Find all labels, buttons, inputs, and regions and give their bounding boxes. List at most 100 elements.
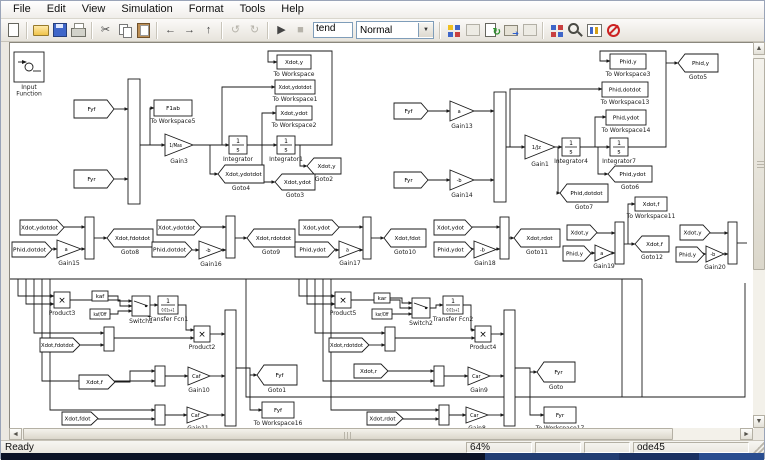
block-ws-f1ab[interactable]: F1ab To Workspace5 <box>150 99 196 125</box>
block-ws-xdot-y[interactable]: Xdot,y To Workspace <box>272 54 315 78</box>
block-goto6[interactable]: Phid,ydot Goto6 <box>607 165 653 191</box>
block-from-pd-1[interactable]: Phid,ydot <box>294 241 336 258</box>
block-from-fyf[interactable]: Fyf <box>73 99 115 119</box>
block-gain19[interactable]: a Gain19 <box>593 244 615 270</box>
window-resize-grip[interactable] <box>752 441 764 454</box>
block-gain17[interactable]: a Gain17 <box>338 240 363 267</box>
model-explorer-icon[interactable] <box>585 21 604 39</box>
horizontal-scroll-thumb[interactable] <box>23 428 673 440</box>
block-from-pd-2[interactable]: Phid,ydot <box>433 241 473 258</box>
block-from-xrd[interactable]: Xdot,rdot <box>366 411 404 426</box>
signal-wire[interactable] <box>110 309 133 315</box>
menu-help[interactable]: Help <box>273 2 312 17</box>
block-from-xy-1[interactable]: Xdot,y <box>566 224 598 241</box>
block-sum-l1[interactable] <box>103 326 115 352</box>
block-const-kaf[interactable]: kaf <box>91 290 109 302</box>
signal-wire[interactable] <box>509 87 603 147</box>
menu-file[interactable]: File <box>5 2 39 17</box>
block-mux-g6[interactable] <box>727 221 738 265</box>
block-gain1[interactable]: 1/Jz Gain1 <box>524 134 557 168</box>
signal-wire[interactable] <box>236 367 258 377</box>
block-ws-xdot-ydd[interactable]: Xdot,ydotdot To Workspace1 <box>272 79 318 103</box>
block-goto1[interactable]: Fyf Goto1 <box>256 364 298 394</box>
block-goto11[interactable]: Xdot,rdot Goto11 <box>513 228 561 256</box>
block-integrator[interactable]: 1 s Integrator <box>223 135 254 163</box>
signal-wire[interactable] <box>209 145 219 176</box>
start-simulation-icon[interactable]: ▶ <box>272 21 291 39</box>
block-mux-g4[interactable] <box>499 216 510 260</box>
block-mux-l3[interactable] <box>154 404 166 426</box>
block-gain9[interactable]: Car Gain9 <box>467 366 492 394</box>
menu-format[interactable]: Format <box>181 2 232 17</box>
remove-highlighting-icon[interactable] <box>604 21 623 39</box>
scroll-right-button[interactable]: ► <box>740 428 753 440</box>
block-mux-r3[interactable] <box>438 404 450 426</box>
block-from-py-1[interactable]: Phid,y <box>562 245 592 262</box>
signal-wire[interactable] <box>261 111 277 145</box>
block-gain14[interactable]: -b Gain14 <box>449 169 476 199</box>
block-integrator7[interactable]: 1 s Integrator7 <box>602 137 636 165</box>
block-mux-l2[interactable] <box>154 365 166 387</box>
block-ws-phid-y[interactable]: Phid,y To Workspace3 <box>605 53 651 78</box>
block-gain16[interactable]: -b Gain16 <box>198 240 225 268</box>
navigate-back-icon[interactable]: ← <box>161 21 180 39</box>
save-model-icon[interactable] <box>50 21 69 39</box>
scroll-left-button[interactable]: ◄ <box>9 428 22 440</box>
block-mux-b[interactable] <box>493 91 507 203</box>
block-mux-r2[interactable] <box>433 365 445 387</box>
block-from-fyr[interactable]: Fyr <box>73 169 115 189</box>
block-ws-xdot-yd[interactable]: Xdot,ydot To Workspace2 <box>271 105 317 129</box>
block-from-xdotf[interactable]: Xdot,f <box>78 374 116 390</box>
cut-icon[interactable]: ✂ <box>96 21 115 39</box>
block-goto7[interactable]: Phid,dotdot Goto7 <box>559 183 609 211</box>
block-sum-r1[interactable] <box>384 326 396 352</box>
signal-wire[interactable] <box>149 106 155 145</box>
copy-icon[interactable] <box>115 21 134 39</box>
signal-wire[interactable] <box>115 369 156 383</box>
signal-wire[interactable] <box>245 279 746 398</box>
block-goto-fyr[interactable]: Fyr Goto <box>536 361 576 391</box>
block-gain3[interactable]: 1/Mas Gain3 <box>164 133 195 165</box>
block-gain15[interactable]: a Gain15 <box>56 239 83 267</box>
scroll-down-button[interactable]: ▼ <box>753 415 765 428</box>
block-mux-g3[interactable] <box>362 216 372 260</box>
block-from-xdotr[interactable]: Xdot,r <box>353 363 389 379</box>
block-gain8[interactable]: CarGain8 <box>465 406 490 429</box>
block-integrator1[interactable]: 1 s Integrator1 <box>269 135 303 163</box>
block-goto9[interactable]: Xdot,rdotdot Goto9 <box>246 228 296 256</box>
menu-simulation[interactable]: Simulation <box>113 2 180 17</box>
signal-wire[interactable] <box>17 279 55 298</box>
block-mux-g2[interactable] <box>225 215 236 259</box>
block-goto8[interactable]: Xdot,fdotdot Goto8 <box>106 228 154 256</box>
signal-wire[interactable] <box>390 297 413 305</box>
block-gain13[interactable]: a Gain13 <box>449 100 476 130</box>
new-model-icon[interactable] <box>4 21 23 39</box>
block-from-xfdd[interactable]: Xdot,fdotdot <box>39 337 81 353</box>
block-from-fyf2[interactable]: Fyf <box>393 102 429 120</box>
block-ws-xdot-f[interactable]: Xdot,f To Workspace11 <box>626 196 676 220</box>
chevron-down-icon[interactable]: ▼ <box>418 23 433 37</box>
block-ws-phid-yd[interactable]: Phid,ydot To Workspace14 <box>601 109 651 134</box>
open-model-icon[interactable] <box>31 21 50 39</box>
block-from-xrdd[interactable]: Xdot,rdotdot <box>328 337 370 353</box>
block-from-pdd-2[interactable]: Phid,dotdot <box>151 241 193 258</box>
block-switch2[interactable]: Switch2 <box>409 297 433 327</box>
block-goto3[interactable]: Xdot,ydot Goto3 <box>274 173 316 199</box>
horizontal-scrollbar[interactable]: ◄ ► <box>9 428 753 440</box>
build-all-icon[interactable] <box>501 21 520 39</box>
block-goto5[interactable]: Phid,y Goto5 <box>677 53 719 81</box>
block-mux-a[interactable] <box>127 78 141 205</box>
block-mux-g1[interactable] <box>84 216 95 260</box>
block-gain10[interactable]: Caf Gain10 <box>187 366 212 394</box>
block-from-xfd[interactable]: Xdot,fdot <box>61 411 99 426</box>
block-from-fyr2[interactable]: Fyr <box>393 171 429 189</box>
block-const-kar-off[interactable]: kar/Off <box>371 308 393 320</box>
simulink-debugger-icon[interactable] <box>547 21 566 39</box>
block-gain18[interactable]: -b Gain18 <box>473 240 498 267</box>
block-gain11[interactable]: CafGain11 <box>186 406 211 429</box>
find-icon[interactable] <box>566 21 585 39</box>
block-goto10[interactable]: Xdot,fdot Goto10 <box>383 228 427 256</box>
block-ws-phid-dd[interactable]: Phid,dotdot To Workspace13 <box>600 81 650 106</box>
block-tf2[interactable]: 1 0.01s+1 Transfer Fcn2 <box>432 295 474 323</box>
model-canvas[interactable]: Input Function Fyf Fyr F1ab To Workspace5 1/Ma… <box>9 42 754 429</box>
